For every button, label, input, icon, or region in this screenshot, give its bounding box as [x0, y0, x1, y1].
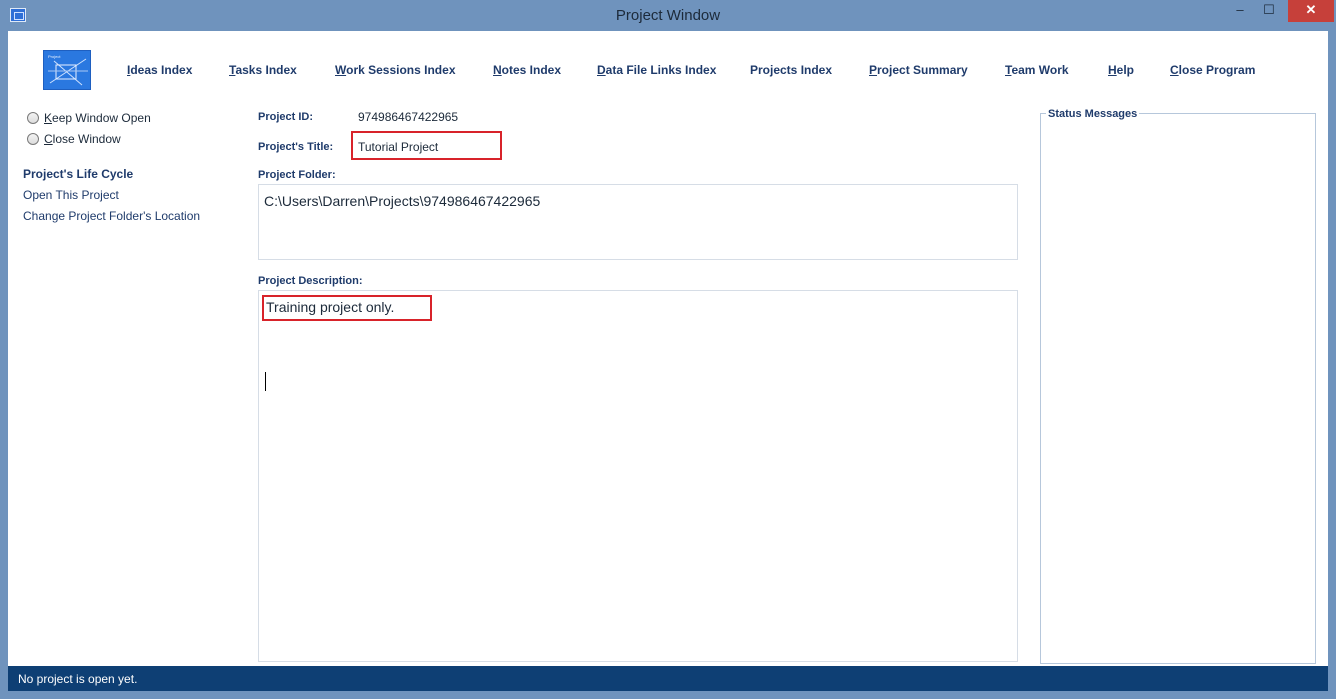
menu-label: ork Sessions Index — [346, 63, 456, 77]
menu-projects-index[interactable]: Projects Index — [750, 63, 832, 77]
menu-label: elp — [1116, 63, 1135, 77]
menu-data-file-links-index[interactable]: Data File Links Index — [597, 63, 716, 77]
option-hotkey: C — [44, 132, 53, 146]
menu-label: ata File Links Index — [605, 63, 717, 77]
menu-label: Projects Index — [750, 63, 833, 77]
window-title: Project Window — [615, 7, 721, 24]
menu-label: lose Program — [1178, 63, 1256, 77]
option-label: eep Window Open — [52, 111, 151, 125]
option-hotkey: K — [44, 111, 53, 125]
open-this-project-link[interactable]: Open This Project — [23, 188, 119, 202]
project-description-field[interactable]: Training project only. — [258, 290, 1018, 662]
minimize-button[interactable]: – — [1227, 0, 1253, 22]
menu-hotkey: H — [1108, 63, 1117, 77]
project-title-field[interactable]: Tutorial Project — [351, 131, 502, 160]
lifecycle-heading: Project's Life Cycle — [23, 167, 134, 181]
project-description-label: Project Description: — [258, 275, 363, 287]
menu-close-program[interactable]: Close Program — [1170, 63, 1255, 77]
radio-button[interactable] — [27, 112, 39, 124]
menu-work-sessions-index[interactable]: Work Sessions Index — [335, 63, 456, 77]
project-logo-icon: Project — [43, 50, 91, 90]
title-bar: Project Window – ☐ ✕ — [0, 0, 1336, 31]
menu-label: roject Summary — [877, 63, 968, 77]
project-title-label: Project's Title: — [258, 141, 334, 153]
project-id-value: 974986467422965 — [358, 110, 459, 124]
client-area: Project Ideas Index Tasks Index Work Ses… — [8, 31, 1328, 691]
menu-notes-index[interactable]: Notes Index — [493, 63, 561, 77]
project-id-label: Project ID: — [258, 111, 314, 123]
menu-label: eam Work — [1011, 63, 1069, 77]
menu-hotkey: N — [493, 63, 502, 77]
radio-button[interactable] — [27, 133, 39, 145]
status-messages-panel — [1040, 113, 1316, 664]
menu-project-summary[interactable]: Project Summary — [869, 63, 968, 77]
menu-team-work[interactable]: Team Work — [1005, 63, 1069, 77]
keep-window-open-option[interactable]: Keep Window Open — [27, 111, 151, 125]
close-window-option[interactable]: Close Window — [27, 132, 121, 146]
menu-help[interactable]: Help — [1108, 63, 1134, 77]
menu-label: otes Index — [501, 63, 562, 77]
text-caret — [265, 372, 266, 391]
menu-hotkey: C — [1170, 63, 1179, 77]
menu-ideas-index[interactable]: Ideas Index — [127, 63, 192, 77]
project-folder-field[interactable]: C:\Users\Darren\Projects\974986467422965 — [258, 184, 1018, 260]
option-label: lose Window — [52, 132, 121, 146]
status-bar: No project is open yet. — [8, 666, 1328, 691]
svg-text:Project: Project — [48, 54, 61, 59]
status-messages-title: Status Messages — [1046, 108, 1140, 120]
project-folder-label: Project Folder: — [258, 169, 336, 181]
menu-label: asks Index — [235, 63, 297, 77]
project-window: Project Window – ☐ ✕ Project Ideas Index… — [0, 0, 1336, 699]
menu-label: deas Index — [130, 63, 193, 77]
close-window-button[interactable]: ✕ — [1288, 0, 1334, 22]
menu-hotkey: W — [335, 63, 347, 77]
menu-hotkey: P — [869, 63, 878, 77]
menu-hotkey: D — [597, 63, 606, 77]
menu-tasks-index[interactable]: Tasks Index — [229, 63, 297, 77]
description-text: Training project only. — [262, 295, 432, 321]
change-folder-location-link[interactable]: Change Project Folder's Location — [23, 209, 200, 223]
maximize-button[interactable]: ☐ — [1256, 0, 1282, 22]
